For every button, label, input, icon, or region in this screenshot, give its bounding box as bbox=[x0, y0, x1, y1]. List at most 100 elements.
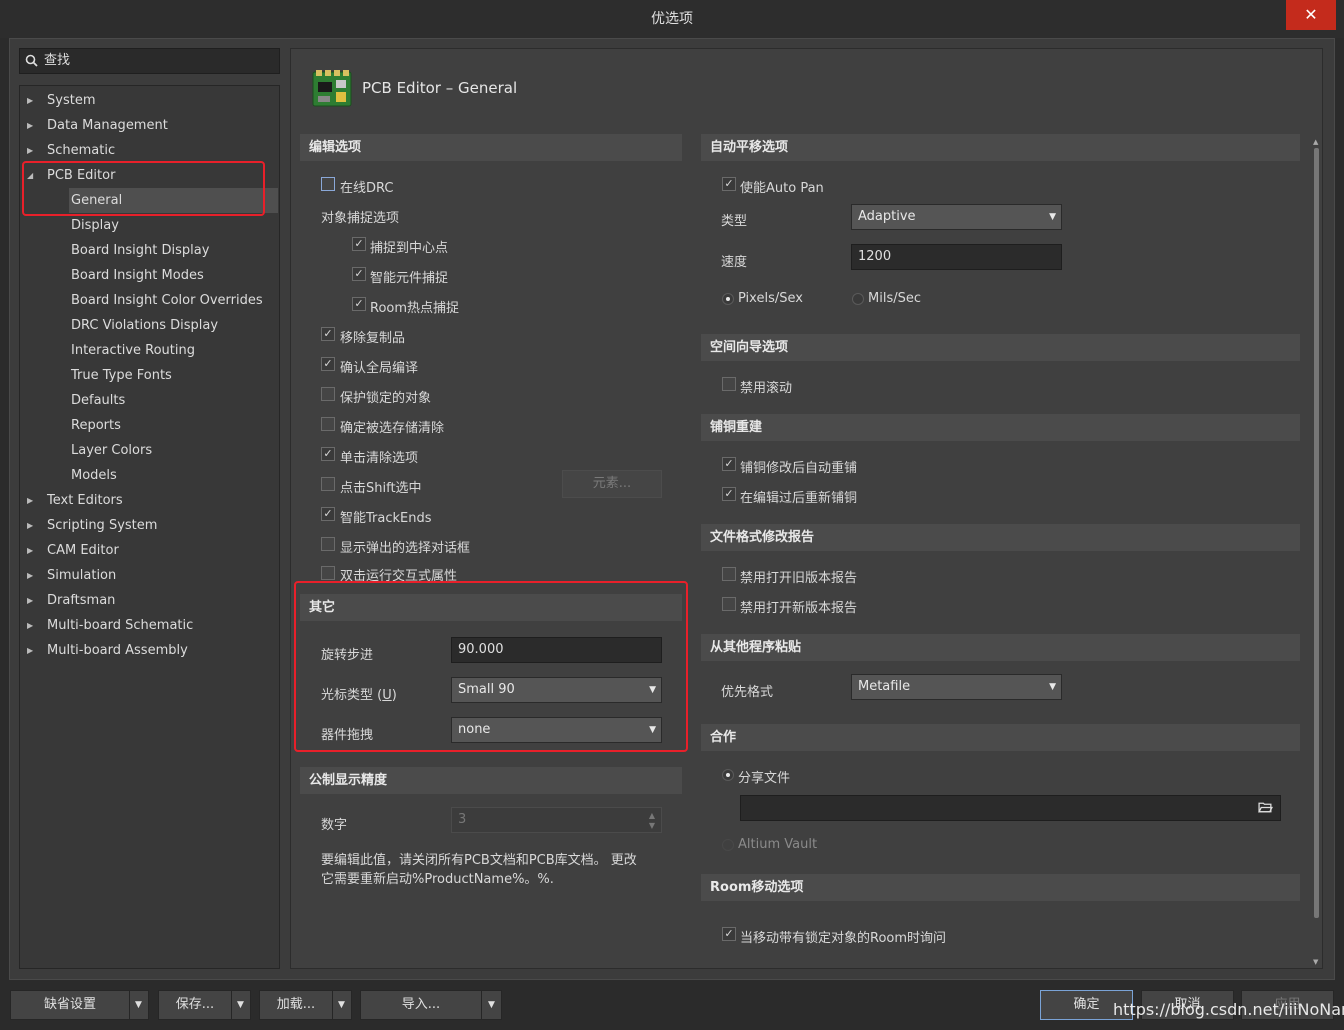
tree-item[interactable]: Board Insight Display bbox=[69, 238, 269, 263]
dblclick-props-checkbox[interactable] bbox=[321, 566, 335, 580]
tree-item[interactable]: Interactive Routing bbox=[69, 338, 269, 363]
protect-locked-checkbox[interactable] bbox=[321, 387, 335, 401]
panel-scrollbar[interactable]: ▲ ▼ bbox=[1310, 138, 1322, 968]
save-button[interactable]: 保存... ▼ bbox=[158, 990, 251, 1020]
folder-open-icon[interactable] bbox=[1258, 801, 1273, 814]
import-button-label: 导入... bbox=[401, 997, 441, 1012]
tree-item[interactable]: ▶ Scripting System bbox=[27, 513, 267, 538]
repour-after-edit-checkbox[interactable]: ✓ bbox=[722, 487, 736, 501]
mils-sec-label: Mils/Sec bbox=[868, 291, 921, 306]
chevron-down-icon: ▼ bbox=[1049, 212, 1056, 222]
tree-item-label: Multi-board Assembly bbox=[47, 643, 188, 658]
disable-roll-checkbox[interactable] bbox=[722, 377, 736, 391]
defaults-button[interactable]: 缺省设置 ▼ bbox=[10, 990, 149, 1020]
button-separator bbox=[129, 991, 130, 1019]
tree-item[interactable]: Defaults bbox=[69, 388, 269, 413]
tree-item-label: DRC Violations Display bbox=[71, 318, 219, 333]
pref-format-select[interactable]: Metafile ▼ bbox=[851, 674, 1062, 700]
highlight-box-tree bbox=[22, 161, 265, 216]
tree-item[interactable]: ▶ CAM Editor bbox=[27, 538, 267, 563]
smart-trackends-checkbox[interactable]: ✓ bbox=[321, 507, 335, 521]
tree-item[interactable]: ▶ Multi-board Schematic bbox=[27, 613, 267, 638]
shift-select-checkbox[interactable] bbox=[321, 477, 335, 491]
tree-item[interactable]: True Type Fonts bbox=[69, 363, 269, 388]
tree-item[interactable]: Display bbox=[69, 213, 269, 238]
tree-item-label: Data Management bbox=[47, 118, 168, 133]
tree-item[interactable]: ▶ System bbox=[27, 88, 267, 113]
autopan-type-select[interactable]: Adaptive ▼ bbox=[851, 204, 1062, 230]
chevron-down-icon[interactable]: ▼ bbox=[135, 991, 142, 1019]
section-metric-precision: 公制显示精度 bbox=[300, 767, 682, 794]
show-popup-label: 显示弹出的选择对话框 bbox=[340, 541, 471, 556]
tree-item[interactable]: ▶ Text Editors bbox=[27, 488, 267, 513]
close-button[interactable]: ✕ bbox=[1286, 0, 1336, 30]
click-clear-checkbox[interactable]: ✓ bbox=[321, 447, 335, 461]
tree-item[interactable]: Reports bbox=[69, 413, 269, 438]
shared-path-input[interactable] bbox=[740, 795, 1281, 821]
autopan-type-label: 类型 bbox=[721, 214, 748, 229]
scroll-down-icon[interactable]: ▼ bbox=[1313, 958, 1318, 966]
tree-item[interactable]: ▶ Multi-board Assembly bbox=[27, 638, 267, 663]
online-drc-label: 在线DRC bbox=[340, 181, 394, 196]
tree-item[interactable]: Layer Colors bbox=[69, 438, 269, 463]
chevron-down-icon[interactable]: ▼ bbox=[338, 991, 345, 1019]
collapsed-arrow-icon[interactable]: ▶ bbox=[27, 563, 37, 588]
tree-item-label: CAM Editor bbox=[47, 543, 119, 558]
snap-center-checkbox[interactable]: ✓ bbox=[352, 237, 366, 251]
room-hotspot-checkbox[interactable]: ✓ bbox=[352, 297, 366, 311]
chevron-down-icon[interactable]: ▼ bbox=[488, 991, 495, 1019]
smart-trackends-label: 智能TrackEnds bbox=[340, 511, 432, 526]
room-ask-locked-checkbox[interactable]: ✓ bbox=[722, 927, 736, 941]
tree-item[interactable]: Board Insight Color Overrides bbox=[69, 288, 269, 313]
collapsed-arrow-icon[interactable]: ▶ bbox=[27, 138, 37, 163]
pcb-board-icon bbox=[312, 70, 352, 107]
remove-dup-checkbox[interactable]: ✓ bbox=[321, 327, 335, 341]
collapsed-arrow-icon[interactable]: ▶ bbox=[27, 638, 37, 663]
altium-vault-label: Altium Vault bbox=[738, 837, 818, 852]
collapsed-arrow-icon[interactable]: ▶ bbox=[27, 538, 37, 563]
collapsed-arrow-icon[interactable]: ▶ bbox=[27, 488, 37, 513]
section-collab: 合作 bbox=[701, 724, 1300, 751]
shared-file-radio[interactable] bbox=[722, 769, 734, 781]
search-input[interactable]: 查找 bbox=[19, 48, 280, 74]
button-separator bbox=[231, 991, 232, 1019]
watermark: https://blog.csdn.net/iiiNoName bbox=[1113, 1000, 1344, 1019]
tree-item[interactable]: DRC Violations Display bbox=[69, 313, 269, 338]
tree-item[interactable]: Models bbox=[69, 463, 269, 488]
tree-item[interactable]: ▶ Simulation bbox=[27, 563, 267, 588]
scroll-up-icon[interactable]: ▲ bbox=[1313, 138, 1318, 146]
spin-up-icon: ▲ bbox=[648, 811, 655, 820]
tree-item-label: Board Insight Display bbox=[71, 243, 210, 258]
tree-item[interactable]: ▶ Draftsman bbox=[27, 588, 267, 613]
chevron-down-icon[interactable]: ▼ bbox=[237, 991, 244, 1019]
collapsed-arrow-icon[interactable]: ▶ bbox=[27, 113, 37, 138]
auto-repour-checkbox[interactable]: ✓ bbox=[722, 457, 736, 471]
enable-autopan-checkbox[interactable]: ✓ bbox=[722, 177, 736, 191]
load-button[interactable]: 加载... ▼ bbox=[259, 990, 352, 1020]
button-separator bbox=[332, 991, 333, 1019]
tree-item-label: Reports bbox=[71, 418, 121, 433]
collapsed-arrow-icon[interactable]: ▶ bbox=[27, 88, 37, 113]
online-drc-checkbox[interactable] bbox=[321, 177, 335, 191]
primitives-button[interactable]: 元素... bbox=[562, 470, 662, 498]
tree-item-label: True Type Fonts bbox=[71, 368, 172, 383]
confirm-clear-checkbox[interactable] bbox=[321, 417, 335, 431]
collapsed-arrow-icon[interactable]: ▶ bbox=[27, 588, 37, 613]
tree-item[interactable]: Board Insight Modes bbox=[69, 263, 269, 288]
button-separator bbox=[481, 991, 482, 1019]
collapsed-arrow-icon[interactable]: ▶ bbox=[27, 613, 37, 638]
pixels-sec-radio[interactable] bbox=[722, 293, 734, 305]
confirm-global-checkbox[interactable]: ✓ bbox=[321, 357, 335, 371]
autopan-speed-input[interactable]: 1200 bbox=[851, 244, 1062, 270]
mils-sec-radio[interactable] bbox=[852, 293, 864, 305]
collapsed-arrow-icon[interactable]: ▶ bbox=[27, 513, 37, 538]
smart-comp-snap-checkbox[interactable]: ✓ bbox=[352, 267, 366, 281]
tree-item[interactable]: ▶ Schematic bbox=[27, 138, 267, 163]
import-button[interactable]: 导入... ▼ bbox=[360, 990, 502, 1020]
show-popup-checkbox[interactable] bbox=[321, 537, 335, 551]
disable-new-report-checkbox[interactable] bbox=[722, 597, 736, 611]
tree-item[interactable]: ▶ Data Management bbox=[27, 113, 267, 138]
load-button-label: 加载... bbox=[276, 997, 316, 1012]
disable-old-report-checkbox[interactable] bbox=[722, 567, 736, 581]
scrollbar-thumb[interactable] bbox=[1314, 148, 1319, 918]
